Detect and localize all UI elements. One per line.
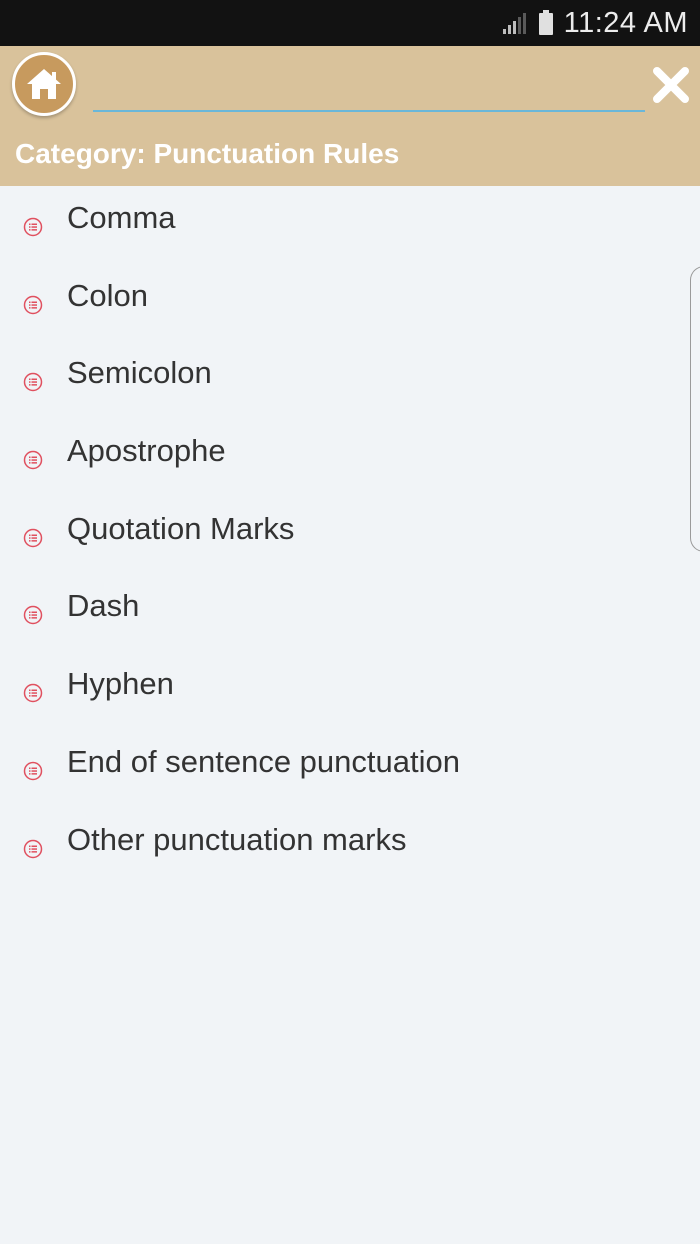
category-title: Category: Punctuation Rules bbox=[15, 138, 400, 169]
list-bullet-icon bbox=[23, 217, 43, 237]
list-item-label: Colon bbox=[67, 277, 148, 313]
status-time: 11:24 AM bbox=[563, 6, 688, 39]
list-item-label: Apostrophe bbox=[67, 433, 226, 469]
status-icons: 11:24 AM bbox=[502, 0, 688, 46]
list-bullet-icon bbox=[23, 839, 43, 859]
list-item-label: Semicolon bbox=[67, 355, 212, 391]
home-icon bbox=[24, 66, 64, 102]
signal-icon bbox=[502, 11, 528, 35]
list-item-label: Comma bbox=[67, 200, 176, 235]
list-item[interactable]: Quotation Marks bbox=[0, 497, 700, 575]
list-item[interactable]: Hyphen bbox=[0, 652, 700, 730]
close-icon bbox=[651, 65, 691, 109]
list-item-label: Other punctuation marks bbox=[67, 821, 407, 857]
list-bullet-icon bbox=[23, 761, 43, 781]
app-header: Category: Punctuation Rules bbox=[0, 46, 700, 186]
list-item[interactable]: Comma bbox=[0, 186, 700, 264]
edge-panel-handle[interactable] bbox=[690, 266, 700, 552]
list-item-label: End of sentence punctuation bbox=[67, 743, 460, 779]
list-item[interactable]: Colon bbox=[0, 264, 700, 342]
list-item[interactable]: End of sentence punctuation bbox=[0, 730, 700, 808]
list-bullet-icon bbox=[23, 295, 43, 315]
list-item[interactable]: Dash bbox=[0, 574, 700, 652]
search-input[interactable] bbox=[93, 74, 645, 112]
list-bullet-icon bbox=[23, 605, 43, 625]
topic-list: Comma Colon Semicolon Apostrophe Quotati… bbox=[0, 186, 700, 885]
list-item-label: Hyphen bbox=[67, 666, 174, 702]
close-button[interactable] bbox=[648, 64, 694, 110]
list-bullet-icon bbox=[23, 683, 43, 703]
home-button[interactable] bbox=[12, 52, 76, 116]
battery-icon bbox=[538, 10, 554, 36]
list-item[interactable]: Other punctuation marks bbox=[0, 808, 700, 886]
list-item-label: Quotation Marks bbox=[67, 510, 295, 546]
status-bar: 11:24 AM bbox=[0, 0, 700, 46]
list-bullet-icon bbox=[23, 372, 43, 392]
list-item-label: Dash bbox=[67, 588, 140, 624]
list-bullet-icon bbox=[23, 528, 43, 548]
list-item[interactable]: Semicolon bbox=[0, 341, 700, 419]
list-bullet-icon bbox=[23, 450, 43, 470]
list-item[interactable]: Apostrophe bbox=[0, 419, 700, 497]
